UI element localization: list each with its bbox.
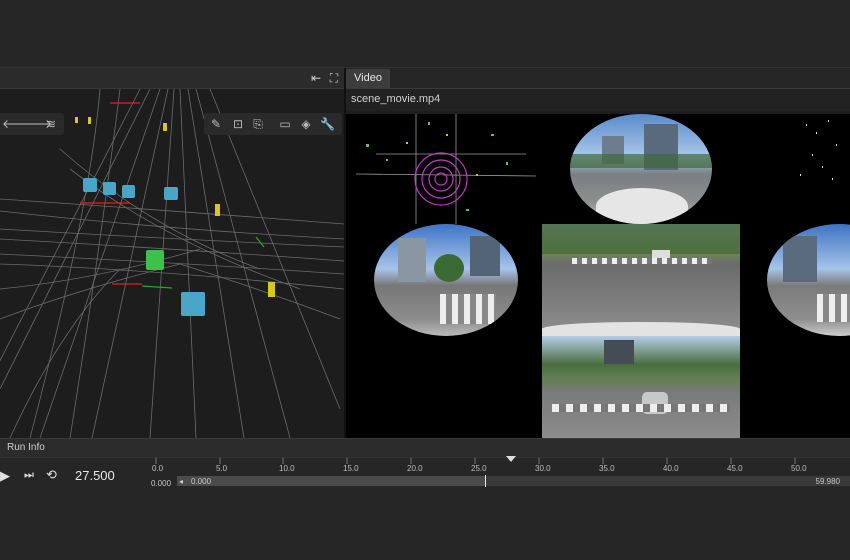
pedestrian-box — [268, 282, 275, 297]
focus-icon[interactable]: ⊡ — [231, 117, 245, 131]
ego-hood — [542, 322, 740, 336]
tick-label: 15.0 — [343, 464, 359, 473]
navigation-toolbar: 🡐 🡒 ≋ — [0, 113, 64, 135]
tick-label: 25.0 — [471, 464, 487, 473]
vehicle-box — [103, 182, 116, 195]
video-panel: Video scene_movie.mp4 — [346, 68, 850, 438]
tick-label: 5.0 — [216, 464, 228, 473]
ego-hood — [596, 188, 688, 224]
tick-label: 45.0 — [727, 464, 743, 473]
building — [470, 236, 500, 276]
ruler-icon[interactable]: ✎ — [209, 117, 223, 131]
vehicle-box — [122, 185, 135, 198]
tick-label: 30.0 — [535, 464, 551, 473]
app-top-bar — [0, 0, 850, 68]
scrubber-left-arrow-icon[interactable]: ◂ — [179, 477, 183, 486]
road-map-svg — [0, 88, 344, 438]
front-wide-camera — [542, 224, 740, 336]
trajectory-icon[interactable]: ≋ — [44, 117, 58, 131]
vehicle-box — [83, 178, 97, 192]
tick-label: 35.0 — [599, 464, 615, 473]
scrubber-progress — [177, 476, 486, 486]
scene-3d-viewport[interactable]: 🡐 🡒 ≋ ✎ ⊡ ⎘ ▭ ◈ 🔧 — [0, 88, 344, 438]
run-info-label: Run Info — [7, 442, 45, 453]
timeline-ticks — [155, 456, 796, 464]
tick-label: 20.0 — [407, 464, 423, 473]
building — [783, 236, 817, 282]
building — [398, 238, 426, 282]
tick-label: 10.0 — [279, 464, 295, 473]
scrubber-playhead[interactable] — [485, 475, 487, 487]
video-camera-icon[interactable]: ▭ — [278, 117, 292, 131]
right-fisheye-camera — [767, 224, 850, 336]
camera-follow-icon[interactable]: ⎘ — [251, 117, 265, 131]
arrow-right-icon[interactable]: 🡒 — [20, 117, 52, 131]
lidar-view — [346, 114, 542, 224]
pedestrian-box — [215, 204, 220, 216]
trees — [570, 154, 712, 168]
crosswalk — [552, 404, 730, 412]
tick-label: 50.0 — [791, 464, 807, 473]
video-tab-strip: Video — [346, 68, 850, 89]
run-info-bar[interactable]: Run Info — [0, 438, 850, 458]
playback-scrubber[interactable]: ◂ 0.000 59.980 — [177, 475, 850, 487]
video-file-name: scene_movie.mp4 — [351, 93, 441, 105]
vehicle-box — [164, 187, 178, 200]
crosswalk — [817, 294, 850, 322]
tree-canopy — [542, 224, 740, 254]
arrow-left-icon[interactable]: 🡐 — [2, 117, 34, 131]
video-file-bar: scene_movie.mp4 — [346, 89, 850, 111]
range-start-field[interactable]: 0.000 — [191, 477, 211, 486]
vehicle-box — [181, 292, 205, 316]
tick-label: 0.0 — [152, 464, 164, 473]
building — [604, 340, 634, 364]
playhead-marker — [506, 456, 516, 462]
tab-video[interactable]: Video — [346, 69, 390, 88]
front-fisheye-camera — [570, 114, 712, 224]
left-fisheye-camera — [374, 224, 518, 336]
pedestrian-box — [163, 123, 167, 131]
timeline-panel: Run Info ▶ ⏭ ⟲ 27.500 0.0 5.0 10.0 15.0 … — [0, 438, 850, 560]
crosswalk — [440, 294, 496, 324]
scene-panel-header: ⇤ ⛶ — [0, 68, 344, 89]
crosswalk — [572, 258, 712, 264]
pedestrian-box — [88, 117, 91, 124]
tree — [434, 254, 464, 282]
rear-camera — [542, 336, 740, 438]
range-end: 59.980 — [815, 477, 840, 486]
view-toolbar: ✎ ⊡ ⎘ ▭ ◈ 🔧 — [204, 113, 342, 135]
scene-3d-panel: ⇤ ⛶ 🡐 🡒 ≋ ✎ ⊡ ⎘ ▭ ◈ 🔧 — [0, 68, 344, 438]
lidar-points — [800, 120, 837, 180]
replay-icon[interactable]: ⟲ — [46, 467, 57, 483]
current-time: 27.500 — [75, 468, 115, 483]
range-start: 0.000 — [151, 479, 172, 488]
fullscreen-icon[interactable]: ⛶ — [327, 71, 341, 85]
tick-label: 40.0 — [663, 464, 679, 473]
video-frame[interactable] — [346, 114, 850, 438]
pedestrian-box — [75, 117, 78, 123]
play-icon[interactable]: ▶ — [0, 468, 10, 484]
step-forward-icon[interactable]: ⏭ — [24, 469, 34, 482]
ego-vehicle — [146, 250, 164, 270]
layers-icon[interactable]: ◈ — [299, 117, 313, 131]
wrench-icon[interactable]: 🔧 — [320, 117, 335, 131]
collapse-left-icon[interactable]: ⇤ — [309, 71, 323, 85]
